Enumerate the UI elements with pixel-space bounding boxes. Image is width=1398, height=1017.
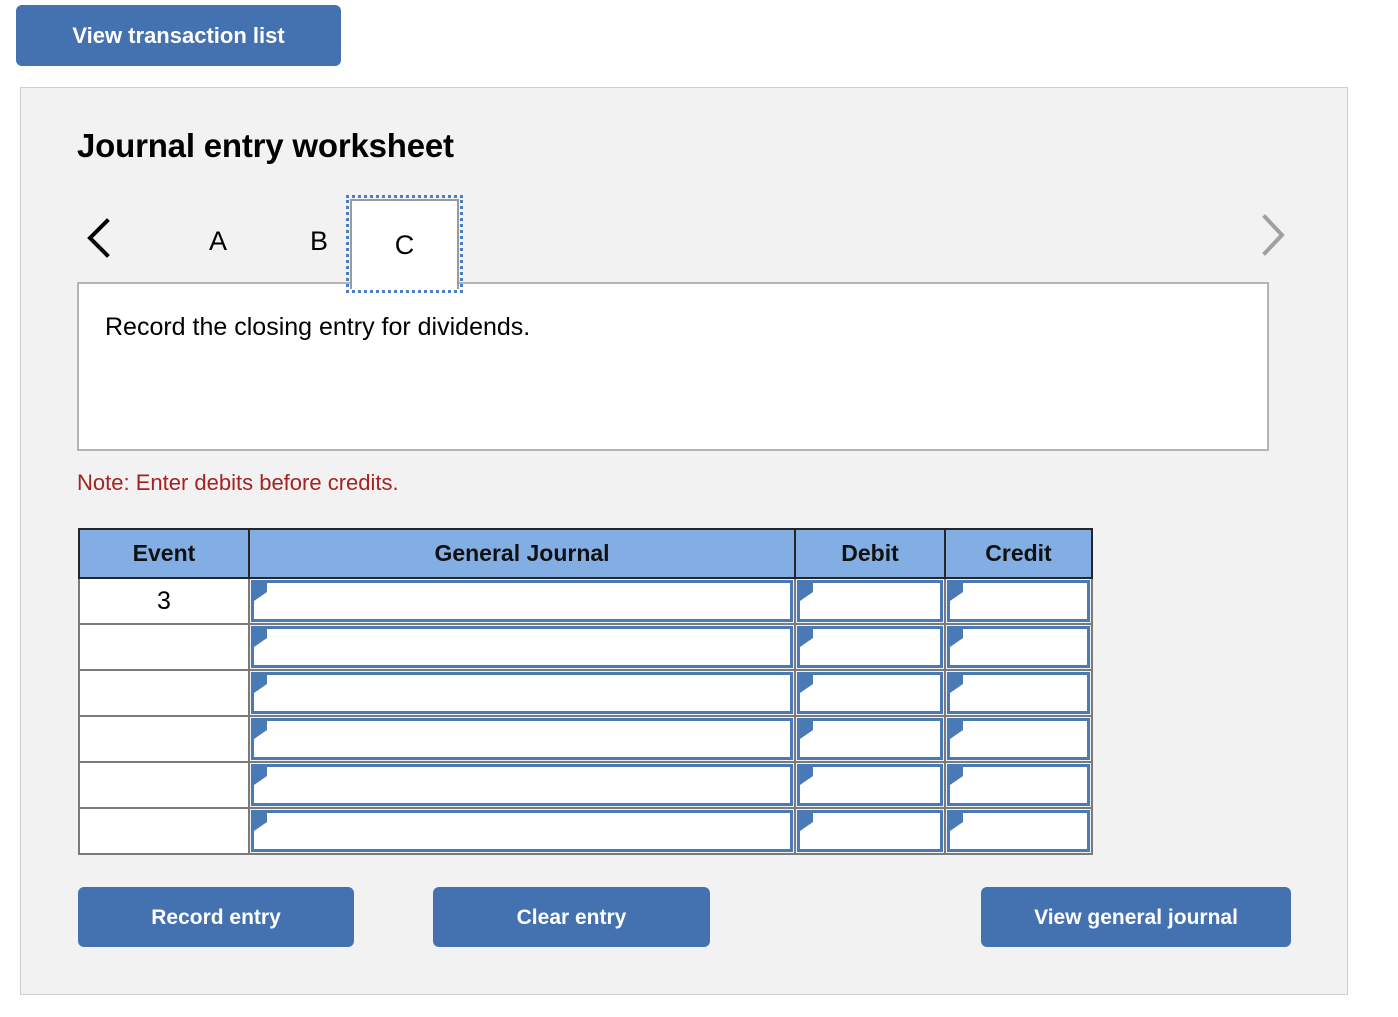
table-row [78, 761, 1093, 809]
event-cell[interactable] [78, 715, 250, 763]
event-cell[interactable]: 3 [78, 577, 250, 625]
column-header-event: Event [78, 528, 250, 579]
debit-field[interactable] [797, 626, 943, 668]
credit-field[interactable] [947, 626, 1090, 668]
general-journal-input[interactable] [248, 807, 796, 855]
table-header-row: Event General Journal Debit Credit [78, 528, 1093, 579]
credit-field[interactable] [947, 580, 1090, 622]
debit-field[interactable] [797, 810, 943, 852]
journal-entry-table: Event General Journal Debit Credit 3 [78, 528, 1093, 855]
general-journal-input[interactable] [248, 577, 796, 625]
column-header-credit: Credit [944, 528, 1093, 579]
credit-input[interactable] [944, 623, 1093, 671]
account-select[interactable] [251, 580, 793, 622]
account-select[interactable] [251, 672, 793, 714]
next-tab-button[interactable] [1253, 208, 1293, 262]
general-journal-input[interactable] [248, 715, 796, 763]
debit-input[interactable] [794, 577, 946, 625]
event-cell[interactable] [78, 807, 250, 855]
debit-field[interactable] [797, 718, 943, 760]
view-transaction-list-button[interactable]: View transaction list [16, 5, 341, 66]
event-cell[interactable] [78, 669, 250, 717]
debit-input[interactable] [794, 807, 946, 855]
credit-field[interactable] [947, 810, 1090, 852]
instruction-box: Record the closing entry for dividends. [77, 282, 1269, 451]
credit-input[interactable] [944, 577, 1093, 625]
column-header-general-journal: General Journal [248, 528, 796, 579]
chevron-right-icon [1259, 213, 1287, 257]
credit-field[interactable] [947, 672, 1090, 714]
debit-input[interactable] [794, 715, 946, 763]
credit-input[interactable] [944, 669, 1093, 717]
prev-tab-button[interactable] [79, 211, 119, 265]
debit-field[interactable] [797, 672, 943, 714]
account-select[interactable] [251, 764, 793, 806]
debit-field[interactable] [797, 764, 943, 806]
table-row: 3 [78, 577, 1093, 625]
event-cell[interactable] [78, 623, 250, 671]
credit-field[interactable] [947, 718, 1090, 760]
worksheet-page: View transaction list Journal entry work… [0, 0, 1398, 1017]
column-header-debit: Debit [794, 528, 946, 579]
credit-field[interactable] [947, 764, 1090, 806]
chevron-left-icon [85, 217, 113, 259]
clear-entry-button[interactable]: Clear entry [433, 887, 710, 947]
event-cell[interactable] [78, 761, 250, 809]
debit-input[interactable] [794, 669, 946, 717]
account-select[interactable] [251, 718, 793, 760]
debit-field[interactable] [797, 580, 943, 622]
journal-entry-card: Journal entry worksheet A B C Record the… [20, 87, 1348, 995]
table-row [78, 715, 1093, 763]
credit-input[interactable] [944, 807, 1093, 855]
account-select[interactable] [251, 810, 793, 852]
tab-c[interactable]: C [346, 195, 463, 293]
view-general-journal-button[interactable]: View general journal [981, 887, 1291, 947]
tab-a[interactable]: A [173, 199, 263, 283]
credit-input[interactable] [944, 761, 1093, 809]
debits-before-credits-note: Note: Enter debits before credits. [77, 470, 399, 495]
instruction-text: Record the closing entry for dividends. [105, 313, 531, 341]
tab-strip: A B C [21, 193, 1347, 293]
general-journal-input[interactable] [248, 761, 796, 809]
table-row [78, 669, 1093, 717]
general-journal-input[interactable] [248, 669, 796, 717]
page-title: Journal entry worksheet [77, 127, 454, 164]
record-entry-button[interactable]: Record entry [78, 887, 354, 947]
table-row [78, 623, 1093, 671]
general-journal-input[interactable] [248, 623, 796, 671]
debit-input[interactable] [794, 761, 946, 809]
debit-input[interactable] [794, 623, 946, 671]
credit-input[interactable] [944, 715, 1093, 763]
table-row [78, 807, 1093, 855]
account-select[interactable] [251, 626, 793, 668]
